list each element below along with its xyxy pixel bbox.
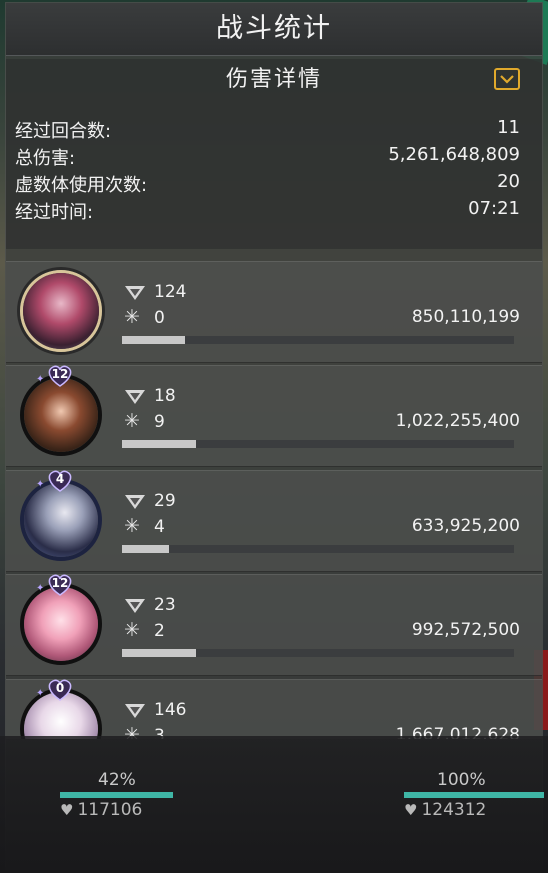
character-card[interactable]: ✦ 12 18 ✳ 9 1,022,255,400 [6,365,542,467]
affinity-level: 12 [51,576,69,590]
heart-icon: ♥ [60,801,74,819]
stat-label: 经过时间: [15,202,94,223]
damage-value: 992,572,500 [411,620,520,640]
skill-count: 29 [154,491,176,511]
left-unit-percent: 42% [98,770,136,790]
skill-gem-icon [125,390,145,404]
affinity-heart-icon: 0 [46,678,74,702]
affinity-level: 0 [55,681,65,695]
damage-share-bar [122,440,514,448]
damage-value: 633,925,200 [411,516,520,536]
stat-label: 经过回合数: [15,121,112,142]
chevron-down-icon [500,75,514,84]
stat-row-total-damage: 总伤害: 5,261,648,809 [15,144,520,170]
affinity-heart-icon: 12 [46,364,74,388]
special-count: 0 [154,308,165,328]
right-hp-value: 124312 [421,800,487,820]
damage-value: 850,110,199 [411,307,520,327]
star-icon: ✦ [36,479,45,490]
special-count: 2 [154,621,165,641]
damage-share-bar [122,336,514,344]
stat-label: 总伤害: [15,148,76,169]
character-card[interactable]: 124 ✳ 0 850,110,199 [6,261,542,363]
skill-gem-icon [125,599,145,613]
star-icon: ✦ [36,374,45,385]
star-icon: ✦ [36,688,45,699]
star-icon: ✦ [36,583,45,594]
character-card[interactable]: ✦ 4 29 ✳ 4 633,925,200 [6,470,542,572]
special-count: 4 [154,517,165,537]
panel-title: 战斗统计 [6,3,542,56]
right-hp-bar [404,792,544,798]
damage-share-bar [122,545,514,553]
right-unit-percent: 100% [437,770,486,790]
damage-value: 1,022,255,400 [395,411,520,431]
damage-share-bar [122,649,514,657]
skill-gem-icon [125,704,145,718]
left-hp-bar [60,792,173,798]
burst-icon: ✳ [124,619,140,641]
character-card[interactable]: ✦ 0 146 ✳ 3 1,667,012,628 [6,679,542,739]
burst-icon: ✳ [124,306,140,328]
left-hp: ♥ 117106 [60,800,142,820]
skill-gem-icon [125,286,145,300]
burst-icon: ✳ [124,515,140,537]
character-avatar [20,270,102,352]
affinity-level: 4 [55,472,65,486]
skill-count: 124 [154,282,187,302]
stat-label: 虚数体使用次数: [15,175,148,196]
stat-value: 11 [497,117,520,138]
stat-row-rounds: 经过回合数: 11 [15,117,520,143]
battle-hud: 42% ♥ 117106 100% ♥ 124312 [0,736,548,873]
right-hp: ♥ 124312 [404,800,486,820]
affinity-level: 12 [51,367,69,381]
heart-icon: ♥ [404,801,418,819]
skill-count: 23 [154,595,176,615]
skill-count: 146 [154,700,187,720]
affinity-heart-icon: 4 [46,469,74,493]
skill-count: 18 [154,386,176,406]
burst-icon: ✳ [124,410,140,432]
stat-value: 20 [497,171,520,192]
left-hp-value: 117106 [77,800,143,820]
stat-value: 5,261,648,809 [388,144,520,165]
stat-row-elapsed-time: 经过时间: 07:21 [15,198,520,224]
special-count: 9 [154,412,165,432]
damage-details-title: 伤害详情 [225,67,322,92]
stat-value: 07:21 [468,198,520,219]
character-card[interactable]: ✦ 12 23 ✳ 2 992,572,500 [6,574,542,676]
skill-gem-icon [125,495,145,509]
stat-row-imaginary-uses: 虚数体使用次数: 20 [15,171,520,197]
collapse-button[interactable] [494,68,520,90]
damage-summary: 伤害详情 经过回合数: 11 总伤害: 5,261,648,809 虚数体使用次… [6,59,542,249]
affinity-heart-icon: 12 [46,573,74,597]
character-damage-list[interactable]: 124 ✳ 0 850,110,199 ✦ 12 18 ✳ 9 1,022,25… [6,261,542,739]
